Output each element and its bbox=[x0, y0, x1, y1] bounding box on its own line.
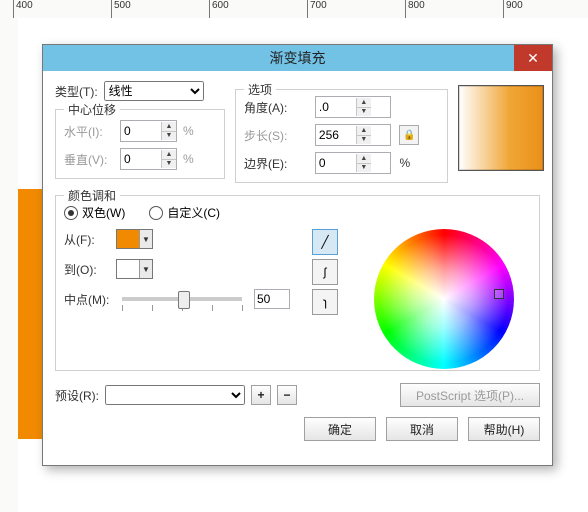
v-offset-input[interactable] bbox=[121, 150, 161, 168]
postscript-options-button: PostScript 选项(P)... bbox=[400, 383, 540, 407]
preset-add-button[interactable]: + bbox=[251, 385, 271, 405]
chevron-down-icon[interactable]: ▼ bbox=[139, 260, 152, 278]
spinner-up-icon[interactable]: ▲ bbox=[162, 150, 176, 160]
two-color-radio[interactable]: 双色(W) bbox=[64, 204, 125, 221]
dialog-title: 渐变填充 bbox=[270, 48, 326, 68]
help-button[interactable]: 帮助(H) bbox=[468, 417, 540, 441]
pencil-icon: ╱ bbox=[321, 235, 328, 249]
type-select[interactable]: 线性 bbox=[104, 81, 204, 101]
color-blend-group: 颜色调和 双色(W) 自定义(C) 从(F): ▼ 到(O): ▼ bbox=[55, 195, 540, 371]
two-color-label: 双色(W) bbox=[82, 204, 125, 221]
v-offset-label: 垂直(V): bbox=[64, 151, 114, 168]
to-label: 到(O): bbox=[64, 261, 110, 278]
color-wheel-marker[interactable] bbox=[494, 289, 504, 299]
gradient-fill-dialog: 渐变填充 ✕ 类型(T): 线性 中心位移 bbox=[42, 44, 553, 466]
chevron-down-icon[interactable]: ▼ bbox=[139, 230, 152, 248]
selected-rectangle[interactable] bbox=[18, 189, 43, 439]
preset-remove-button[interactable]: − bbox=[277, 385, 297, 405]
ruler-tick: 700 bbox=[307, 0, 327, 18]
to-color-swatch[interactable]: ▼ bbox=[116, 259, 153, 279]
slider-thumb[interactable] bbox=[178, 291, 190, 309]
radio-unchecked-icon bbox=[149, 206, 163, 220]
edge-input[interactable] bbox=[316, 154, 356, 172]
curve-ccw-icon: ɿ bbox=[323, 295, 327, 309]
custom-label: 自定义(C) bbox=[167, 204, 220, 221]
center-offset-title: 中心位移 bbox=[64, 101, 120, 118]
ruler-tick: 900 bbox=[503, 0, 523, 18]
angle-spinner[interactable]: ▲▼ bbox=[315, 96, 392, 118]
direction-cw-button[interactable]: ʃ bbox=[312, 259, 338, 285]
ruler-vertical bbox=[0, 18, 19, 512]
lock-icon[interactable]: 🔒 bbox=[399, 125, 419, 145]
v-offset-spinner[interactable]: ▲▼ bbox=[120, 148, 177, 170]
step-spinner[interactable]: ▲▼ bbox=[315, 124, 392, 146]
cancel-button[interactable]: 取消 bbox=[386, 417, 458, 441]
preset-label: 预设(R): bbox=[55, 387, 99, 404]
ruler-tick: 800 bbox=[405, 0, 425, 18]
ruler-tick: 400 bbox=[13, 0, 33, 18]
ruler-tick: 600 bbox=[209, 0, 229, 18]
spinner-down-icon[interactable]: ▼ bbox=[357, 164, 371, 173]
center-offset-group: 中心位移 水平(I): ▲▼ % 垂直(V): ▲▼ % bbox=[55, 109, 225, 179]
from-label: 从(F): bbox=[64, 231, 110, 248]
to-color bbox=[117, 260, 139, 278]
titlebar[interactable]: 渐变填充 ✕ bbox=[43, 45, 552, 71]
screenshot: 400 500 600 700 800 900 渐变填充 ✕ 类型(T): 线性 bbox=[0, 0, 588, 512]
radio-checked-icon bbox=[64, 206, 78, 220]
pct-label: % bbox=[183, 124, 194, 138]
options-group: 选项 角度(A): ▲▼ 步长(S): ▲▼ 🔒 边界(E): ▲▼ % bbox=[235, 89, 448, 183]
type-label: 类型(T): bbox=[55, 83, 98, 100]
preset-select[interactable] bbox=[105, 385, 245, 405]
gradient-preview bbox=[458, 85, 544, 171]
from-color bbox=[117, 230, 139, 248]
ruler-tick: 500 bbox=[111, 0, 131, 18]
spinner-down-icon[interactable]: ▼ bbox=[162, 132, 176, 141]
spinner-down-icon[interactable]: ▼ bbox=[357, 136, 371, 145]
h-offset-spinner[interactable]: ▲▼ bbox=[120, 120, 177, 142]
spinner-down-icon[interactable]: ▼ bbox=[162, 160, 176, 169]
spinner-up-icon[interactable]: ▲ bbox=[357, 154, 371, 164]
midpoint-input[interactable] bbox=[254, 289, 290, 309]
close-icon: ✕ bbox=[527, 50, 539, 67]
spinner-down-icon[interactable]: ▼ bbox=[357, 108, 371, 117]
from-color-swatch[interactable]: ▼ bbox=[116, 229, 153, 249]
midpoint-label: 中点(M): bbox=[64, 291, 110, 308]
h-offset-input[interactable] bbox=[121, 122, 161, 140]
ruler-horizontal: 400 500 600 700 800 900 bbox=[0, 0, 588, 19]
close-button[interactable]: ✕ bbox=[514, 45, 552, 71]
midpoint-slider[interactable] bbox=[122, 297, 242, 301]
custom-radio[interactable]: 自定义(C) bbox=[149, 204, 220, 221]
h-offset-label: 水平(I): bbox=[64, 123, 114, 140]
ok-button[interactable]: 确定 bbox=[304, 417, 376, 441]
direction-linear-button[interactable]: ╱ bbox=[312, 229, 338, 255]
edge-spinner[interactable]: ▲▼ bbox=[315, 152, 392, 174]
color-blend-title: 颜色调和 bbox=[64, 187, 120, 204]
spinner-up-icon[interactable]: ▲ bbox=[357, 126, 371, 136]
pct-label: % bbox=[183, 152, 194, 166]
angle-label: 角度(A): bbox=[244, 99, 307, 116]
curve-cw-icon: ʃ bbox=[324, 265, 327, 279]
edge-label: 边界(E): bbox=[244, 155, 307, 172]
pct-label: % bbox=[399, 156, 439, 170]
direction-ccw-button[interactable]: ɿ bbox=[312, 289, 338, 315]
options-title: 选项 bbox=[244, 81, 276, 98]
step-label: 步长(S): bbox=[244, 127, 307, 144]
step-input[interactable] bbox=[316, 126, 356, 144]
spinner-up-icon[interactable]: ▲ bbox=[357, 98, 371, 108]
angle-input[interactable] bbox=[316, 98, 356, 116]
spinner-up-icon[interactable]: ▲ bbox=[162, 122, 176, 132]
color-wheel[interactable] bbox=[374, 229, 514, 369]
